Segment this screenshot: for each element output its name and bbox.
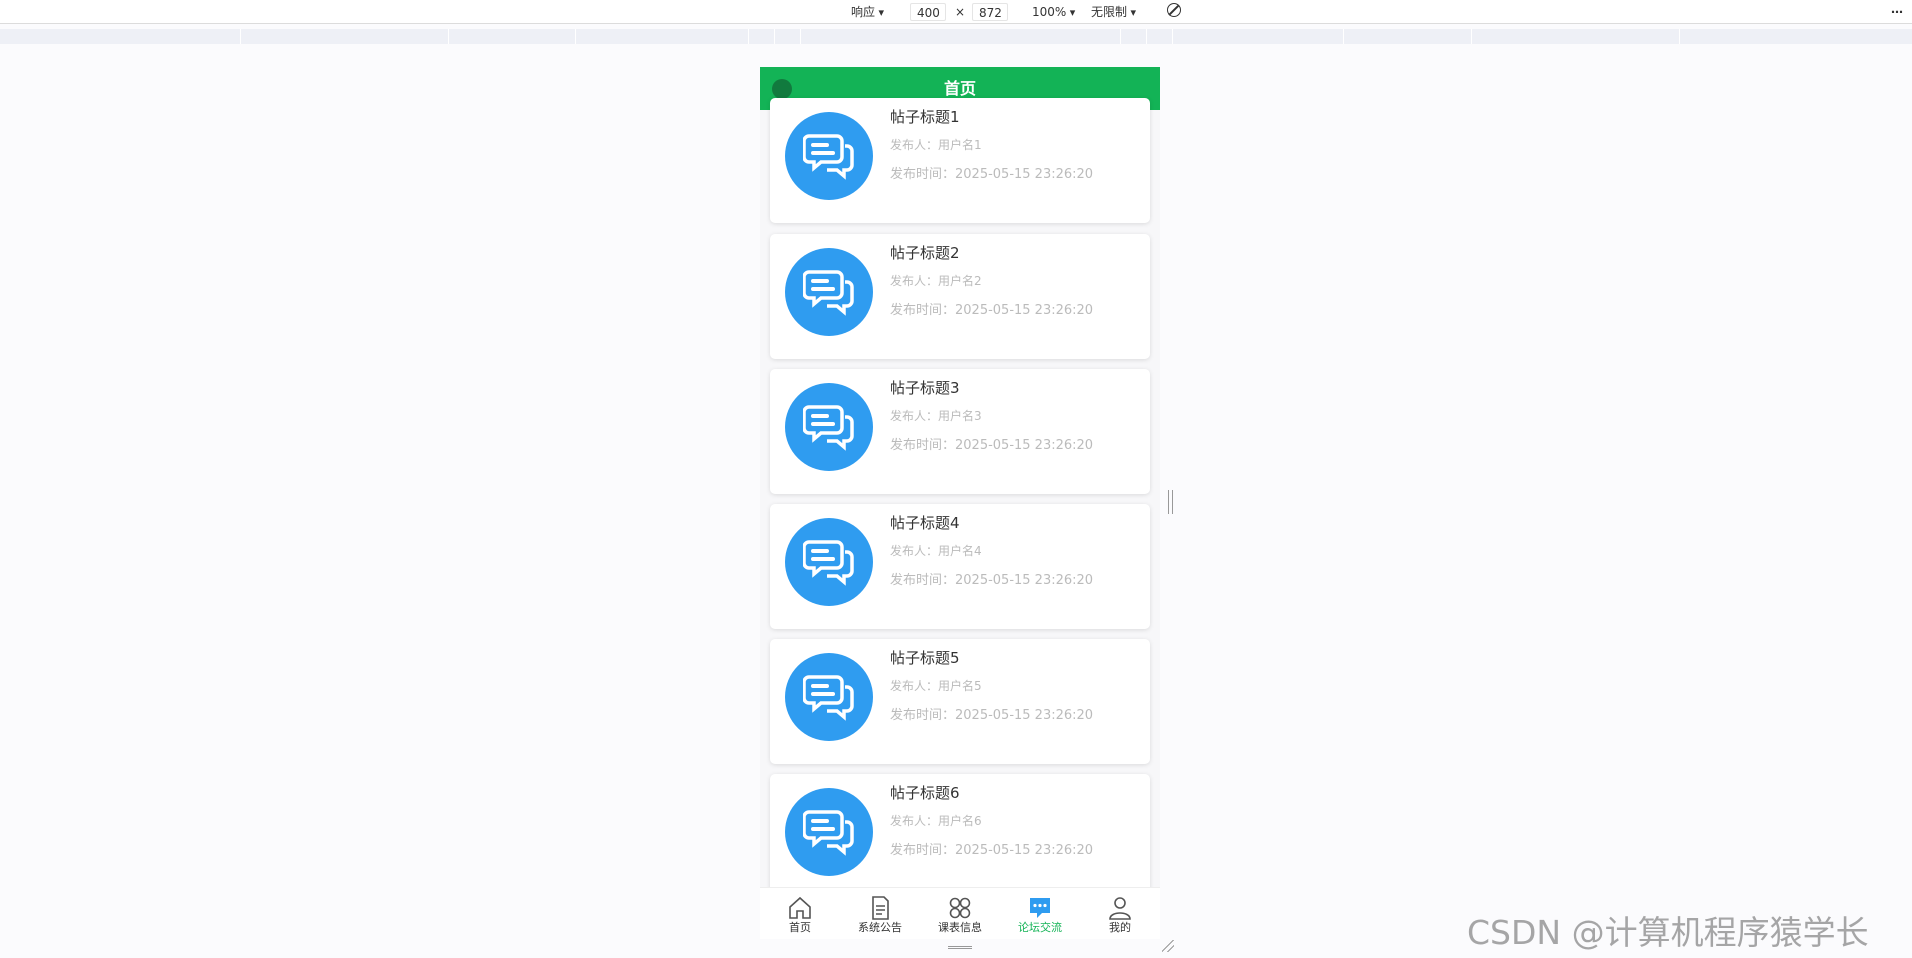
tab-home[interactable]: 首页 bbox=[760, 888, 840, 939]
post-card[interactable]: 帖子标题5 发布人：用户名5 发布时间：2025-05-15 23:26:20 bbox=[770, 639, 1150, 764]
height-input[interactable]: 872 bbox=[972, 3, 1008, 21]
post-time: 发布时间：2025-05-15 23:26:20 bbox=[890, 573, 1094, 588]
rotate-icon[interactable] bbox=[1167, 3, 1181, 17]
tab-label: 我的 bbox=[1109, 921, 1131, 934]
post-card[interactable]: 帖子标题3 发布人：用户名3 发布时间：2025-05-15 23:26:20 bbox=[770, 369, 1150, 494]
post-title: 帖子标题5 bbox=[890, 649, 960, 667]
post-author: 发布人：用户名2 bbox=[890, 274, 982, 288]
home-icon bbox=[789, 896, 811, 919]
width-input[interactable]: 400 bbox=[910, 3, 946, 21]
ruler-divider bbox=[1146, 29, 1147, 44]
post-time: 发布时间：2025-05-15 23:26:20 bbox=[890, 303, 1094, 318]
chat-bubble-icon bbox=[785, 788, 873, 876]
chat-icon bbox=[1030, 898, 1050, 918]
devtools-toolbar: 响应 400 × 872 100% 无限制 ⋯ bbox=[0, 0, 1912, 24]
ruler-divider bbox=[1343, 29, 1344, 44]
throttle-select[interactable]: 无限制 bbox=[1091, 3, 1136, 21]
post-card[interactable]: 帖子标题1 发布人：用户名1 发布时间：2025-05-15 23:26:20 bbox=[770, 98, 1150, 223]
ruler-divider bbox=[748, 29, 749, 44]
tab-bar: 首页 系统公告 课表信息 论坛交流 我的 bbox=[760, 887, 1160, 939]
phone-viewport: 首页 帖子标题1 发布人：用户名1 发布时间：2025-05-15 23:26:… bbox=[760, 67, 1160, 939]
post-author: 发布人：用户名4 bbox=[890, 544, 982, 558]
ruler-divider bbox=[575, 29, 576, 44]
throttle-label: 无限制 bbox=[1091, 5, 1128, 19]
chat-bubble-icon bbox=[785, 112, 873, 200]
post-author: 发布人：用户名5 bbox=[890, 679, 982, 693]
ruler-divider bbox=[1471, 29, 1472, 44]
post-card[interactable]: 帖子标题6 发布人：用户名6 发布时间：2025-05-15 23:26:20 bbox=[770, 774, 1150, 899]
post-title: 帖子标题4 bbox=[890, 514, 960, 532]
chat-bubble-icon bbox=[785, 383, 873, 471]
grid-icon bbox=[949, 897, 971, 919]
post-author: 发布人：用户名1 bbox=[890, 138, 982, 152]
chat-bubble-icon bbox=[785, 653, 873, 741]
post-title: 帖子标题1 bbox=[890, 108, 960, 126]
post-author: 发布人：用户名6 bbox=[890, 814, 982, 828]
ruler-divider bbox=[774, 29, 775, 44]
post-card[interactable]: 帖子标题4 发布人：用户名4 发布时间：2025-05-15 23:26:20 bbox=[770, 504, 1150, 629]
device-label: 响应 bbox=[851, 5, 876, 19]
ruler-divider bbox=[1679, 29, 1680, 44]
chat-bubble-icon bbox=[785, 518, 873, 606]
tab-announcements[interactable]: 系统公告 bbox=[840, 888, 920, 939]
post-time: 发布时间：2025-05-15 23:26:20 bbox=[890, 708, 1094, 723]
watermark: CSDN @计算机程序猿学长 bbox=[1467, 913, 1869, 952]
tab-forum[interactable]: 论坛交流 bbox=[1000, 888, 1080, 939]
post-time: 发布时间：2025-05-15 23:26:20 bbox=[890, 843, 1094, 858]
dimension-separator: × bbox=[955, 5, 966, 19]
tab-profile[interactable]: 我的 bbox=[1080, 888, 1160, 939]
post-author: 发布人：用户名3 bbox=[890, 409, 982, 423]
tab-label: 论坛交流 bbox=[1018, 921, 1062, 934]
ruler-divider bbox=[240, 29, 241, 44]
tab-label: 首页 bbox=[789, 921, 811, 934]
resize-handle-vertical[interactable] bbox=[1168, 490, 1173, 514]
tab-label: 课表信息 bbox=[938, 921, 982, 934]
chat-bubble-icon bbox=[785, 248, 873, 336]
device-select[interactable]: 响应 bbox=[851, 3, 884, 21]
post-time: 发布时间：2025-05-15 23:26:20 bbox=[890, 438, 1094, 453]
document-icon bbox=[872, 896, 889, 920]
post-time: 发布时间：2025-05-15 23:26:20 bbox=[890, 167, 1094, 182]
zoom-select[interactable]: 100% bbox=[1032, 3, 1075, 21]
ruler-divider bbox=[1120, 29, 1121, 44]
user-icon bbox=[1109, 897, 1131, 920]
ruler-divider bbox=[448, 29, 449, 44]
resize-corner-icon[interactable] bbox=[1162, 940, 1174, 952]
ruler-divider bbox=[800, 29, 801, 44]
more-options-icon[interactable]: ⋯ bbox=[1891, 3, 1904, 21]
post-title: 帖子标题2 bbox=[890, 244, 960, 262]
resize-handle-horizontal[interactable] bbox=[948, 946, 972, 949]
post-title: 帖子标题6 bbox=[890, 784, 960, 802]
media-query-ruler bbox=[0, 29, 1912, 44]
post-title: 帖子标题3 bbox=[890, 379, 960, 397]
ruler-divider bbox=[1172, 29, 1173, 44]
post-card[interactable]: 帖子标题2 发布人：用户名2 发布时间：2025-05-15 23:26:20 bbox=[770, 234, 1150, 359]
tab-label: 系统公告 bbox=[858, 921, 902, 934]
tab-schedule[interactable]: 课表信息 bbox=[920, 888, 1000, 939]
zoom-label: 100% bbox=[1032, 5, 1067, 19]
